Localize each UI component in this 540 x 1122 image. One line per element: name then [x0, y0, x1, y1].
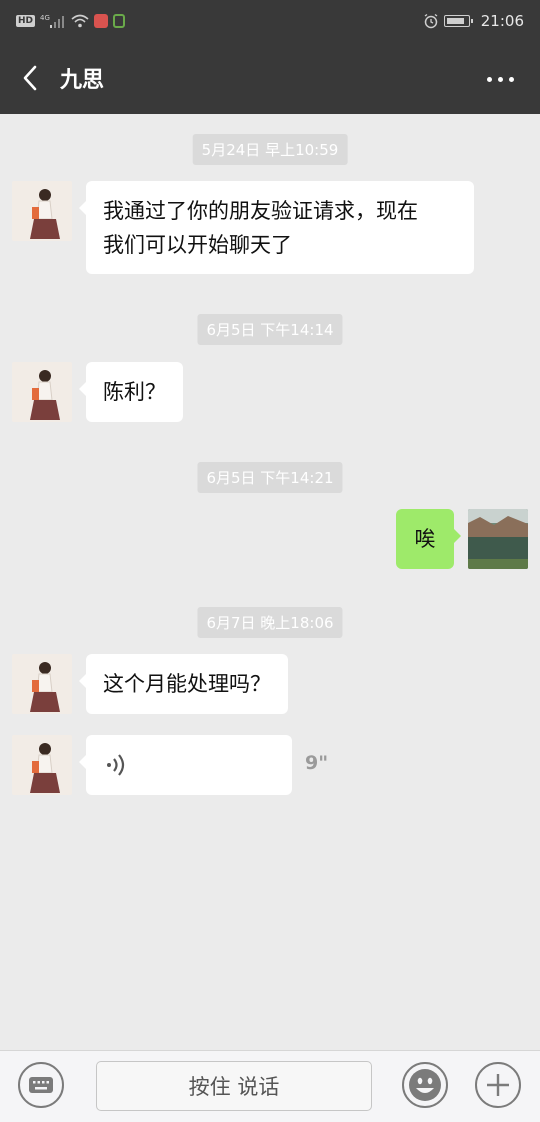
battery-icon	[443, 15, 473, 27]
voice-message-bubble[interactable]	[79, 735, 292, 795]
contact-avatar[interactable]	[12, 735, 72, 795]
app-notification-icon	[94, 14, 109, 28]
more-dot	[497, 76, 503, 82]
contact-avatar[interactable]	[12, 654, 72, 714]
alarm-icon	[423, 13, 439, 29]
status-bar-left: HD 4G	[16, 13, 126, 29]
contact-avatar[interactable]	[12, 362, 72, 422]
chat-header: 九思	[0, 42, 540, 114]
voice-duration: 9"	[305, 752, 329, 774]
avatar-image	[12, 735, 72, 795]
message-bubble[interactable]: 陈利？	[79, 362, 183, 422]
emoji-button[interactable]	[402, 1062, 448, 1108]
more-button[interactable]	[478, 66, 522, 92]
avatar-image	[12, 362, 72, 422]
network-type-label: 4G	[40, 14, 50, 22]
avatar-image	[12, 654, 72, 714]
lock-icon	[113, 14, 126, 28]
status-bar: HD 4G 21:06	[0, 0, 540, 42]
message-timestamp: 5月24日 早上10:59	[192, 134, 348, 165]
message-bubble[interactable]: 我通过了你的朋友验证请求，现在 我们可以开始聊天了	[79, 181, 474, 274]
wifi-icon	[71, 14, 89, 28]
back-button[interactable]	[0, 42, 60, 114]
contact-avatar[interactable]	[12, 181, 72, 241]
plus-button[interactable]	[475, 1062, 521, 1108]
message-timestamp: 6月5日 下午14:14	[197, 314, 343, 345]
message-text-line: 我们可以开始聊天了	[103, 233, 292, 257]
message-bubble[interactable]: 这个月能处理吗？	[79, 654, 288, 714]
message-text: 陈利？	[103, 380, 166, 404]
status-time: 21:06	[480, 12, 524, 30]
message-bubble-self[interactable]: 唉	[396, 509, 461, 569]
message-timestamp: 6月5日 下午14:21	[197, 462, 343, 493]
chat-messages[interactable]: 5月24日 早上10:59 我通过了你的朋友验证请求，现在 我们可以开始聊天了 …	[0, 114, 540, 1050]
message-text: 这个月能处理吗？	[103, 672, 271, 696]
self-avatar[interactable]	[468, 509, 528, 569]
emoji-icon	[409, 1069, 441, 1101]
chat-title: 九思	[60, 68, 105, 93]
keyboard-icon	[29, 1077, 53, 1093]
more-dot	[508, 76, 514, 82]
input-bar: 按住 说话	[0, 1050, 540, 1122]
avatar-image	[468, 509, 528, 569]
chevron-left-icon	[23, 65, 37, 91]
message-timestamp: 6月7日 晚上18:06	[197, 607, 343, 638]
avatar-image	[12, 181, 72, 241]
plus-icon	[487, 1074, 509, 1096]
voice-wave-icon	[107, 754, 125, 776]
message-text-line: 我通过了你的朋友验证请求，现在	[103, 199, 418, 223]
hd-icon: HD	[16, 15, 36, 27]
more-dots-icon	[486, 76, 492, 82]
keyboard-button[interactable]	[18, 1062, 64, 1108]
status-bar-right: 21:06	[423, 12, 524, 30]
message-text: 唉	[414, 527, 436, 551]
hold-to-talk-button[interactable]: 按住 说话	[96, 1061, 372, 1111]
signal-icon: 4G	[40, 13, 66, 29]
